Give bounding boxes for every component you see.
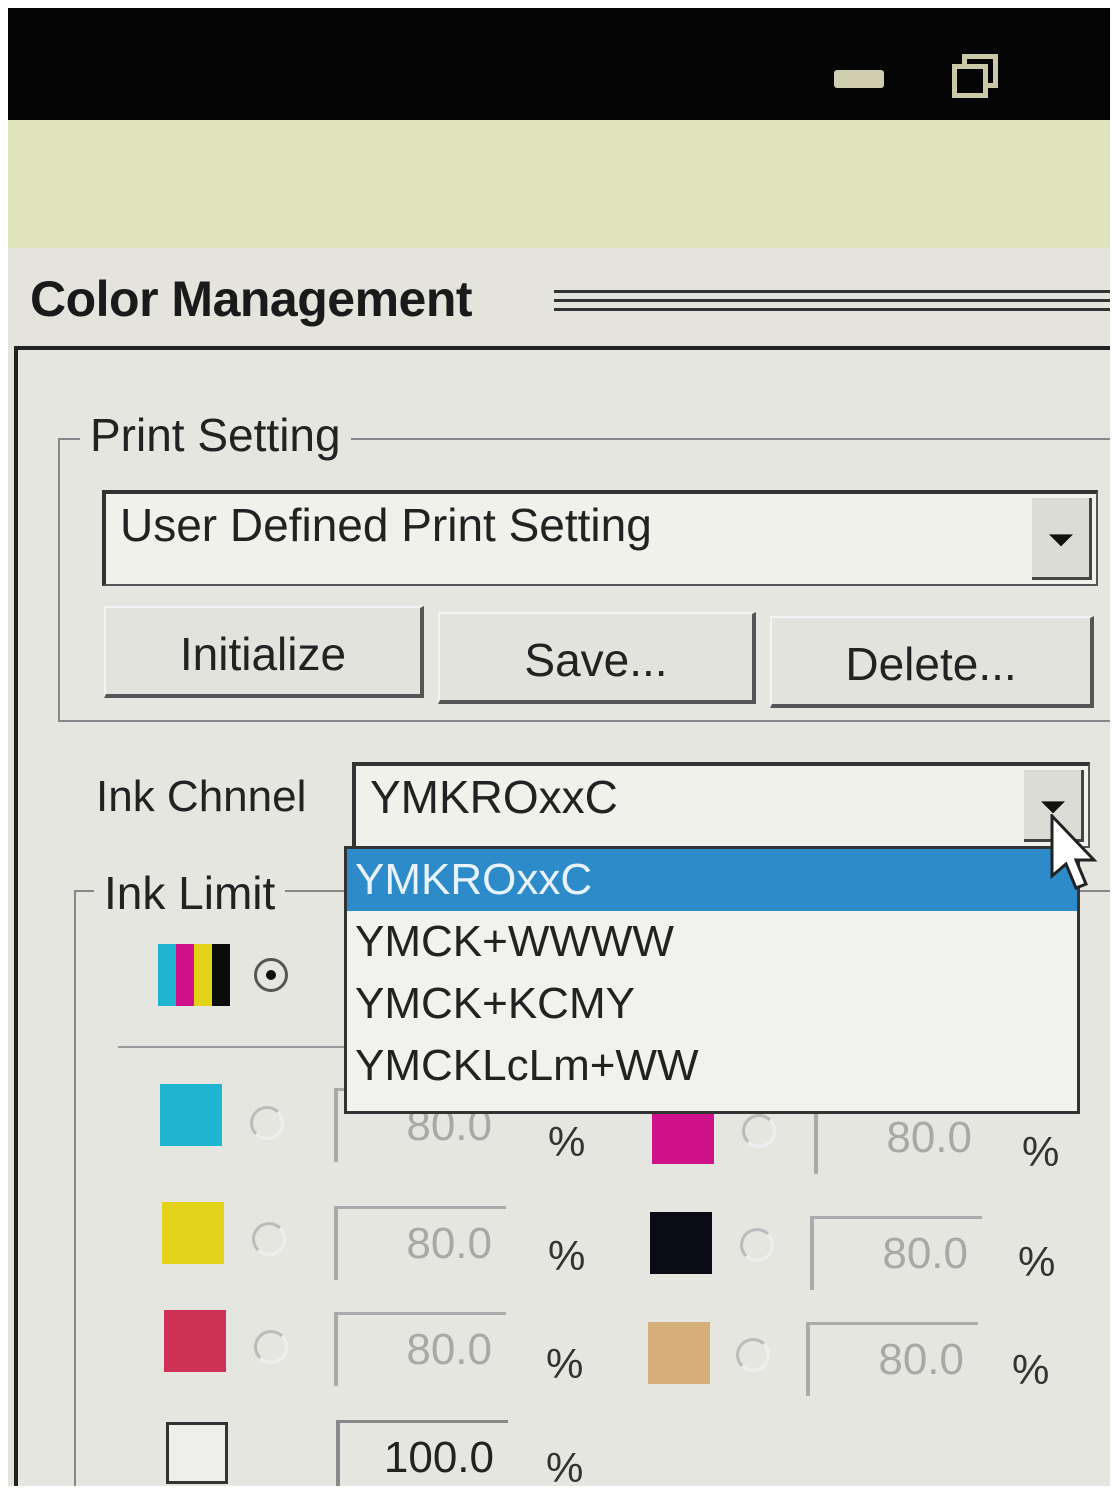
dropdown-option[interactable]: YMCK+WWWW bbox=[347, 911, 1077, 973]
percent-label: % bbox=[1022, 1128, 1060, 1175]
orange-swatch bbox=[648, 1322, 710, 1384]
divider bbox=[118, 1046, 358, 1048]
orange-radio[interactable] bbox=[736, 1338, 770, 1372]
dropdown-option[interactable]: YMCK+KCMY bbox=[347, 973, 1077, 1035]
ink-channel-dropdown: YMKROxxC YMCK+WWWW YMCK+KCMY YMCKLcLm+WW bbox=[344, 846, 1080, 1114]
percent-label: % bbox=[548, 1118, 586, 1165]
yellow-radio[interactable] bbox=[252, 1222, 286, 1256]
red-swatch bbox=[164, 1310, 226, 1372]
red-radio[interactable] bbox=[254, 1330, 288, 1364]
mouse-cursor-icon bbox=[1050, 814, 1098, 890]
restore-icon[interactable] bbox=[948, 52, 998, 98]
percent-label: % bbox=[546, 1444, 584, 1486]
dropdown-option[interactable]: YMKROxxC bbox=[347, 849, 1077, 911]
red-limit-input[interactable]: 80.0 bbox=[334, 1312, 506, 1386]
white-swatch bbox=[166, 1422, 228, 1484]
ink-limit-label: Ink Limit bbox=[94, 866, 286, 920]
cyan-swatch bbox=[160, 1084, 222, 1146]
delete-button[interactable]: Delete... bbox=[770, 616, 1094, 708]
percent-label: % bbox=[546, 1340, 584, 1387]
ink-channel-label: Ink Chnnel bbox=[96, 772, 307, 821]
header-band bbox=[8, 120, 1110, 248]
black-radio[interactable] bbox=[740, 1228, 774, 1262]
black-limit-input[interactable]: 80.0 bbox=[810, 1216, 982, 1290]
save-button[interactable]: Save... bbox=[438, 612, 756, 704]
percent-label: % bbox=[548, 1232, 586, 1279]
percent-label: % bbox=[1018, 1238, 1056, 1285]
all-inks-radio[interactable] bbox=[254, 958, 288, 992]
cyan-radio[interactable] bbox=[250, 1106, 284, 1140]
yellow-swatch bbox=[162, 1202, 224, 1264]
print-setting-label: Print Setting bbox=[80, 408, 351, 462]
yellow-limit-input[interactable]: 80.0 bbox=[334, 1206, 506, 1280]
black-swatch bbox=[650, 1212, 712, 1274]
dropdown-option[interactable]: YMCKLcLm+WW bbox=[347, 1035, 1077, 1097]
all-inks-icon bbox=[158, 944, 230, 1006]
initialize-button[interactable]: Initialize bbox=[104, 606, 424, 698]
percent-label: % bbox=[1012, 1346, 1050, 1393]
window-titlebar bbox=[8, 8, 1110, 120]
print-setting-select[interactable]: User Defined Print Setting bbox=[102, 490, 1098, 586]
white-limit-input[interactable]: 100.0 bbox=[336, 1420, 508, 1486]
chevron-down-icon[interactable] bbox=[1032, 498, 1092, 580]
minimize-icon[interactable] bbox=[834, 70, 884, 88]
orange-limit-input[interactable]: 80.0 bbox=[806, 1322, 978, 1396]
print-setting-value: User Defined Print Setting bbox=[120, 499, 652, 551]
ink-channel-select[interactable]: YMKROxxC bbox=[352, 762, 1090, 848]
title-divider bbox=[554, 290, 1110, 317]
ink-channel-value: YMKROxxC bbox=[370, 771, 618, 823]
page-title: Color Management bbox=[30, 271, 473, 327]
magenta-radio[interactable] bbox=[742, 1114, 776, 1148]
screen: Color Management Print Setting User Defi… bbox=[8, 8, 1110, 1486]
